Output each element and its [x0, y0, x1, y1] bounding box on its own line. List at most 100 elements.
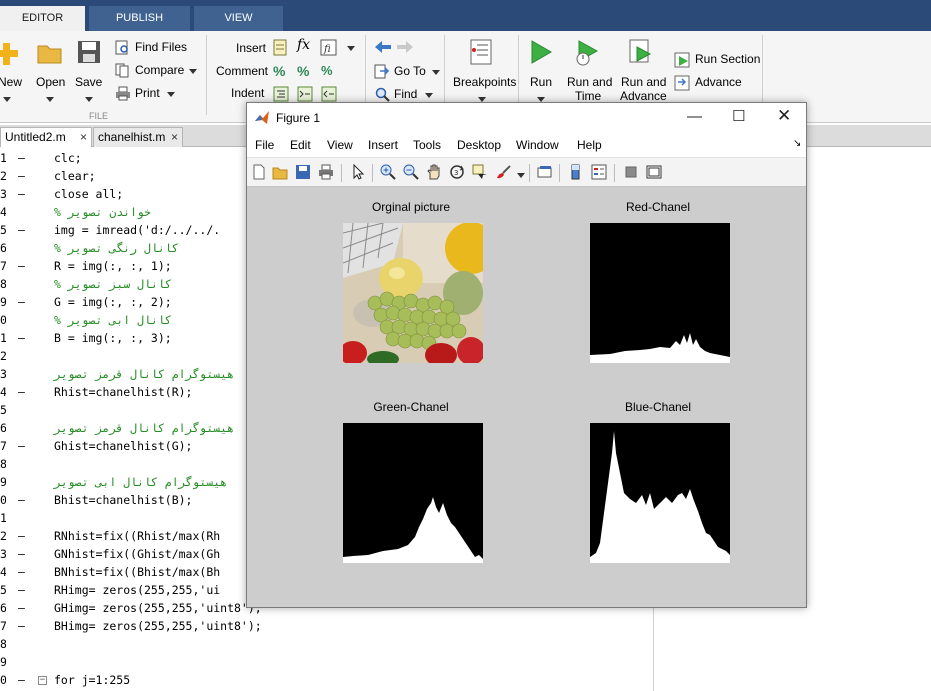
code-comment: % کانال ابی تصویر: [54, 313, 172, 327]
dock-arrow-icon[interactable]: ↘: [793, 138, 801, 149]
file-tab-label: chanelhist.m: [98, 130, 166, 144]
compare-label: Compare: [135, 63, 185, 77]
print-button[interactable]: Print: [115, 85, 180, 103]
breakpoints-button[interactable]: Breakpoints: [450, 37, 516, 103]
red-histogram-plot: [590, 333, 730, 363]
tab-publish[interactable]: PUBLISH: [89, 6, 190, 31]
find-files-icon: [115, 40, 128, 55]
run-and-time-icon: [576, 40, 599, 66]
chevron-down-icon: [432, 70, 440, 75]
compare-button[interactable]: Compare: [115, 62, 205, 80]
go-to-button[interactable]: Go To: [374, 63, 454, 81]
toolbar-divider: [372, 164, 373, 182]
insert-section-button[interactable]: [272, 39, 289, 56]
forward-button[interactable]: [396, 40, 414, 54]
advance-button[interactable]: Advance: [674, 74, 744, 92]
rotate-3d-icon[interactable]: 3: [449, 164, 465, 180]
menu-help[interactable]: Help: [577, 138, 602, 152]
run-section-button[interactable]: Run Section: [674, 51, 761, 69]
red-channel-histogram[interactable]: [590, 223, 730, 363]
save-button[interactable]: Save: [74, 37, 104, 102]
run-section-label: Run Section: [695, 52, 761, 66]
save-figure-icon[interactable]: [295, 164, 311, 180]
figure-title-bar[interactable]: Figure 1 — ☐ ✕: [247, 103, 806, 133]
brush-icon[interactable]: [495, 164, 511, 180]
increase-indent-button[interactable]: [297, 86, 313, 102]
minimize-button[interactable]: —: [687, 108, 702, 125]
tab-editor[interactable]: EDITOR: [0, 6, 85, 31]
fruit-photo: [343, 223, 483, 363]
show-plot-tools-icon[interactable]: [646, 164, 662, 180]
data-cursor-icon[interactable]: [472, 164, 488, 180]
axes-title: Orginal picture: [371, 200, 451, 214]
close-icon[interactable]: ×: [171, 128, 178, 147]
menu-window[interactable]: Window: [516, 138, 559, 152]
insert-label: Insert: [236, 41, 267, 55]
pan-hand-icon[interactable]: [426, 164, 442, 180]
arrow-left-icon: [375, 41, 391, 53]
new-figure-icon[interactable]: [251, 164, 267, 180]
run-button[interactable]: Run: [525, 37, 557, 103]
file-tab-untitled2[interactable]: Untitled2.m ×: [0, 127, 92, 147]
menu-desktop[interactable]: Desktop: [457, 138, 501, 152]
menu-view[interactable]: View: [327, 138, 353, 152]
file-tab-chanelhist[interactable]: chanelhist.m ×: [93, 127, 183, 147]
code-text: Rhist=chanelhist(R);: [54, 385, 193, 399]
new-button[interactable]: New: [0, 37, 22, 102]
menu-insert[interactable]: Insert: [368, 138, 398, 152]
pointer-icon[interactable]: [350, 164, 366, 180]
comment-button[interactable]: %: [273, 63, 289, 79]
insert-function-button[interactable]: fx: [297, 37, 315, 55]
insert-matrix-button[interactable]: fi: [320, 39, 337, 56]
toolbar-divider: [614, 164, 615, 182]
blue-histogram-plot: [590, 431, 730, 563]
uncomment-button[interactable]: %: [297, 63, 313, 79]
chevron-down-icon[interactable]: [347, 46, 355, 51]
code-line: 9: [0, 655, 6, 669]
original-picture-image[interactable]: [343, 223, 483, 363]
close-icon[interactable]: ×: [80, 128, 87, 147]
blue-channel-histogram[interactable]: [590, 423, 730, 563]
green-channel-histogram[interactable]: [343, 423, 483, 563]
decrease-indent-button[interactable]: [321, 86, 337, 102]
file-tab-label: Untitled2.m: [5, 130, 66, 144]
figure-window[interactable]: Figure 1 — ☐ ✕ File Edit View Insert Too…: [246, 102, 807, 608]
fold-toggle[interactable]: −: [38, 676, 47, 685]
wrap-comment-button[interactable]: %: [321, 63, 337, 79]
print-figure-icon[interactable]: [318, 164, 334, 180]
zoom-in-icon[interactable]: [380, 164, 396, 180]
back-button[interactable]: [374, 40, 392, 54]
run-and-time-label-2: Time: [575, 89, 602, 103]
smart-indent-button[interactable]: [273, 86, 289, 102]
tab-view[interactable]: VIEW: [194, 6, 283, 31]
open-button[interactable]: Open: [34, 37, 66, 102]
run-and-advance-button[interactable]: Run and Advance: [618, 37, 667, 103]
code-text: close all;: [54, 187, 124, 201]
close-button[interactable]: ✕: [777, 106, 791, 126]
code-comment: % کانال رنگی تصویر: [54, 241, 179, 255]
chevron-down-icon[interactable]: [517, 173, 525, 178]
hide-plot-tools-icon[interactable]: [623, 164, 639, 180]
open-file-icon[interactable]: [272, 164, 288, 180]
code-comment: % خواندن تصویر: [54, 205, 151, 219]
run-and-time-button[interactable]: Run and Time: [564, 37, 612, 103]
save-icon: [78, 41, 100, 63]
menu-edit[interactable]: Edit: [290, 138, 311, 152]
menu-tools[interactable]: Tools: [413, 138, 441, 152]
figure-toolbar: 3: [247, 157, 806, 187]
open-label: Open: [36, 75, 66, 89]
find-files-button[interactable]: Find Files: [115, 39, 205, 57]
insert-section-icon: [273, 39, 287, 56]
link-plot-icon[interactable]: [537, 164, 553, 180]
legend-icon[interactable]: [591, 164, 607, 180]
zoom-out-icon[interactable]: [403, 164, 419, 180]
folder-icon: [37, 45, 62, 64]
code-line: 7– BHimg= zeros(255,255,'uint8');: [0, 619, 262, 633]
colorbar-icon[interactable]: [568, 164, 584, 180]
code-text: clc;: [54, 151, 82, 165]
chevron-down-icon: [425, 93, 433, 98]
code-comment: هیستوگرام کانال قرمز تصویر: [54, 367, 235, 381]
code-text: RNhist=fix((Rhist/max(Rh: [54, 529, 221, 543]
maximize-button[interactable]: ☐: [732, 107, 745, 125]
menu-file[interactable]: File: [255, 138, 274, 152]
